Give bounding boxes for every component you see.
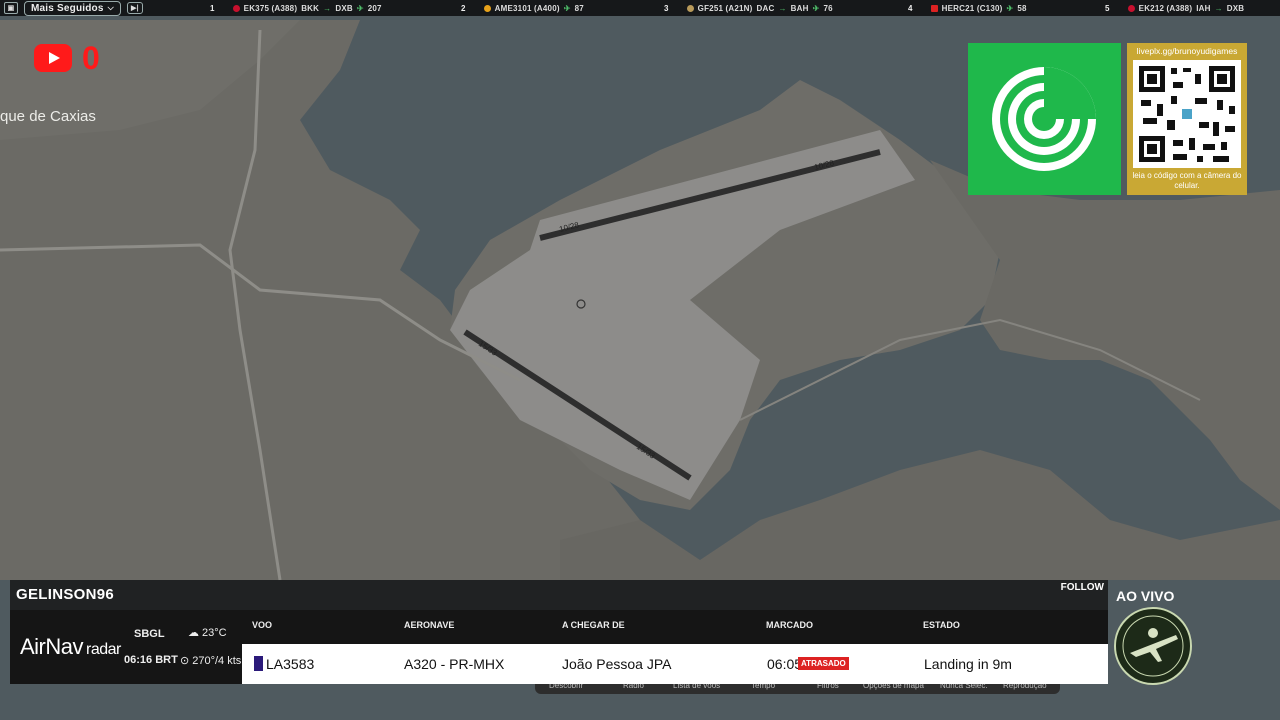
- header-aircraft: AERONAVE: [404, 620, 455, 630]
- ticker-rank: 3: [664, 3, 669, 13]
- chevron-down-icon: ⌵: [107, 3, 114, 12]
- header-status: ESTADO: [923, 620, 960, 630]
- followers-icon: ✈: [812, 3, 820, 13]
- header-from: A CHEGAR DE: [562, 620, 625, 630]
- followers-icon: ✈: [1006, 3, 1014, 13]
- airline-logo-icon: [232, 4, 240, 12]
- flight-row[interactable]: LA3583 A320 - PR-MHX João Pessoa JPA 06:…: [242, 644, 1108, 684]
- ticker-item[interactable]: 5 EK212 (A388) IAH → DXB: [1105, 0, 1244, 16]
- radar-icon: [992, 67, 1096, 171]
- live-label: AO VIVO: [1116, 588, 1175, 604]
- radar-app-logo: [968, 43, 1121, 195]
- ticker-item[interactable]: 2 AME3101 (A400) ✈ 87: [461, 0, 584, 16]
- window-icon[interactable]: ▣: [4, 2, 18, 14]
- delay-badge: ATRASADO: [798, 657, 849, 670]
- ticker-flight: AME3101 (A400): [494, 3, 560, 13]
- ticker-destination: DXB: [1226, 3, 1245, 13]
- qr-code-icon: [1133, 60, 1241, 168]
- youtube-counter: 0: [34, 40, 100, 76]
- brand-name: AirNav: [20, 634, 84, 659]
- top-ticker-bar: ▣ Mais Seguidos ⌵ ▶| 1 EK375 (A388) BKK …: [0, 0, 1280, 16]
- wind-direction-icon: ⊙: [180, 655, 190, 667]
- airline-logo-icon: [930, 4, 938, 12]
- ticker-origin: IAH: [1196, 3, 1211, 13]
- dropdown-label: Mais Seguidos: [31, 2, 104, 14]
- ticker-rank: 1: [210, 3, 215, 13]
- airline-logo-icon: [483, 4, 491, 12]
- youtube-icon: [34, 44, 72, 72]
- header-flight: VOO: [252, 620, 273, 630]
- scheduled-time: 06:05: [767, 656, 803, 672]
- callsign: GELINSON96: [16, 586, 115, 603]
- brand-sub: radar: [86, 641, 121, 658]
- ticker-flight: EK375 (A388): [243, 3, 298, 13]
- airline-logo-icon: [254, 656, 263, 671]
- arrow-right-icon: →: [1214, 3, 1223, 13]
- youtube-count: 0: [82, 40, 100, 76]
- wind-value: 270°/4 kts: [192, 654, 242, 667]
- header-scheduled: MARCADO: [766, 620, 813, 630]
- flight-panel: AirNav radar SBGL 06:16 BRT ☁ 23°C ⊙ 270°/4…: [10, 610, 1108, 684]
- ticker-item[interactable]: 1 EK375 (A388) BKK → DXB ✈ 207: [210, 0, 382, 16]
- followers-icon: ✈: [356, 3, 364, 13]
- followers-icon: ✈: [563, 3, 571, 13]
- airnav-logo: AirNav radar: [20, 634, 121, 660]
- ticker-count: 76: [823, 3, 833, 13]
- ticker-count: 87: [574, 3, 584, 13]
- qr-url: liveplx.gg/brunoyudigames: [1136, 46, 1238, 56]
- aircraft-info: A320 - PR-MHX: [404, 656, 505, 672]
- cloud-icon: ☁: [188, 627, 199, 639]
- flight-panel-header: GELINSON96 FOLLOW: [10, 580, 1108, 610]
- ticker-flight: EK212 (A388): [1138, 3, 1193, 13]
- most-followed-dropdown[interactable]: Mais Seguidos ⌵: [24, 0, 121, 16]
- follow-button[interactable]: FOLLOW: [1061, 582, 1104, 593]
- origin: João Pessoa JPA: [562, 656, 672, 672]
- plane-icon: [1122, 615, 1184, 677]
- city-label: que de Caxias: [0, 108, 96, 125]
- local-time: 06:16 BRT: [124, 654, 178, 666]
- qr-caption: leia o código com a câmera do celular.: [1132, 171, 1242, 190]
- skip-icon[interactable]: ▶|: [126, 2, 143, 14]
- qr-promo: liveplx.gg/brunoyudigames leia o código …: [1127, 43, 1247, 195]
- ticker-rank: 4: [908, 3, 913, 13]
- flight-number: LA3583: [266, 656, 315, 672]
- temperature-value: 23°C: [202, 626, 227, 639]
- arrow-right-icon: →: [778, 3, 787, 13]
- ticker-count: 58: [1017, 3, 1027, 13]
- ticker-origin: BKK: [301, 3, 320, 13]
- ticker-destination: DXB: [335, 3, 353, 13]
- airline-logo-icon: [1127, 4, 1135, 12]
- flight-status: Landing in 9m: [924, 656, 1012, 672]
- airport-code: SBGL: [134, 628, 165, 640]
- wind: ⊙ 270°/4 kts: [180, 654, 242, 668]
- ticker-rank: 5: [1105, 3, 1110, 13]
- ticker-item[interactable]: 4 HERC21 (C130) ✈ 58: [908, 0, 1027, 16]
- ticker-count: 207: [367, 3, 382, 13]
- ticker-flight: GF251 (A21N): [697, 3, 753, 13]
- arrow-right-icon: →: [323, 3, 332, 13]
- ticker-flight: HERC21 (C130): [941, 3, 1003, 13]
- ticker-rank: 2: [461, 3, 466, 13]
- ticker-origin: DAC: [756, 3, 775, 13]
- ticker-destination: BAH: [790, 3, 809, 13]
- ticker-item[interactable]: 3 GF251 (A21N) DAC → BAH ✈ 76: [664, 0, 833, 16]
- temperature: ☁ 23°C: [188, 626, 227, 640]
- channel-logo: [1114, 607, 1192, 685]
- airline-logo-icon: [686, 4, 694, 12]
